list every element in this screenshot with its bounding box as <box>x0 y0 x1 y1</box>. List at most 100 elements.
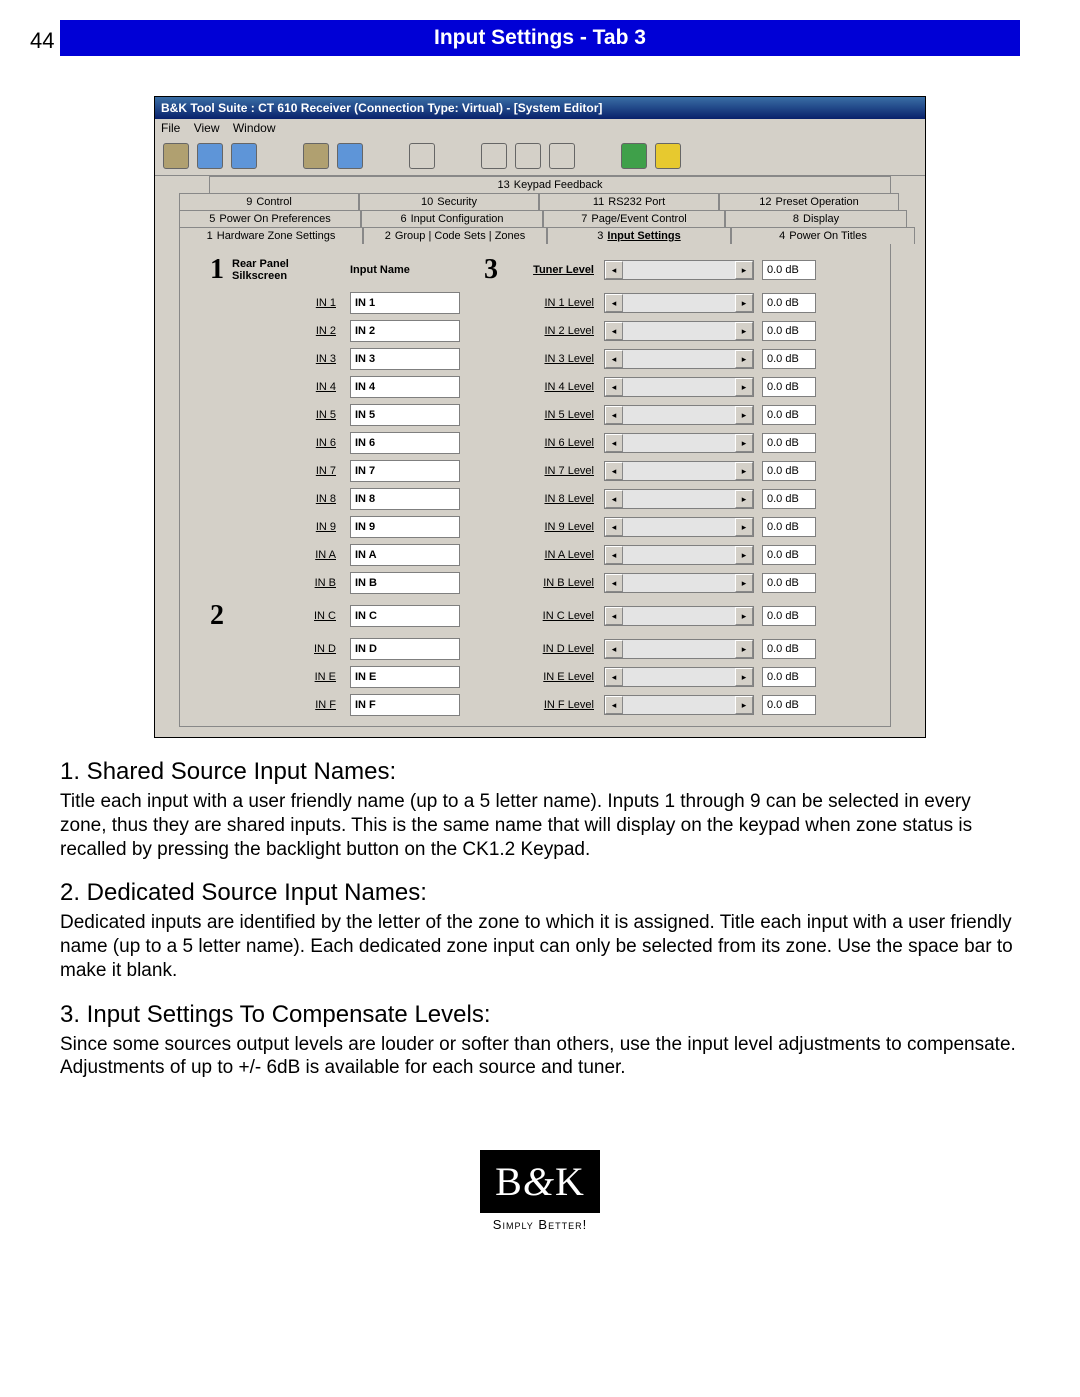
input-name-field[interactable]: IN 1 <box>350 292 460 314</box>
silkscreen-label[interactable]: IN 5 <box>232 409 342 421</box>
arrow-left-icon[interactable]: ◂ <box>605 378 623 396</box>
input-name-field[interactable]: IN 9 <box>350 516 460 538</box>
arrow-right-icon[interactable]: ▸ <box>735 518 753 536</box>
db-field[interactable]: 0.0 dB <box>762 433 816 453</box>
tuner-db-field[interactable]: 0.0 dB <box>762 260 816 280</box>
arrow-left-icon[interactable]: ◂ <box>605 640 623 658</box>
help-icon[interactable] <box>655 143 681 169</box>
arrow-left-icon[interactable]: ◂ <box>605 574 623 592</box>
toolbar-icon[interactable] <box>303 143 329 169</box>
silkscreen-label[interactable]: IN C <box>232 610 342 622</box>
db-field[interactable]: 0.0 dB <box>762 517 816 537</box>
arrow-right-icon[interactable]: ▸ <box>735 322 753 340</box>
arrow-right-icon[interactable]: ▸ <box>735 574 753 592</box>
level-slider[interactable]: ◂▸ <box>604 517 754 537</box>
db-field[interactable]: 0.0 dB <box>762 695 816 715</box>
toolbar-icon[interactable] <box>163 143 189 169</box>
header-tuner-level[interactable]: Tuner Level <box>506 264 596 276</box>
input-name-field[interactable]: IN D <box>350 638 460 660</box>
arrow-left-icon[interactable]: ◂ <box>605 668 623 686</box>
level-slider[interactable]: ◂▸ <box>604 545 754 565</box>
toolbar-icon[interactable] <box>621 143 647 169</box>
level-slider[interactable]: ◂▸ <box>604 461 754 481</box>
silkscreen-label[interactable]: IN 3 <box>232 353 342 365</box>
menu-file[interactable]: File <box>161 121 180 135</box>
level-label[interactable]: IN 2 Level <box>506 325 596 337</box>
level-label[interactable]: IN 9 Level <box>506 521 596 533</box>
tab-security[interactable]: 10Security <box>359 193 539 210</box>
level-slider[interactable]: ◂▸ <box>604 573 754 593</box>
arrow-left-icon[interactable]: ◂ <box>605 406 623 424</box>
arrow-left-icon[interactable]: ◂ <box>605 490 623 508</box>
arrow-left-icon[interactable]: ◂ <box>605 350 623 368</box>
level-label[interactable]: IN 3 Level <box>506 353 596 365</box>
silkscreen-label[interactable]: IN 1 <box>232 297 342 309</box>
arrow-left-icon[interactable]: ◂ <box>605 261 623 279</box>
db-field[interactable]: 0.0 dB <box>762 489 816 509</box>
tab-power-on-preferences[interactable]: 5Power On Preferences <box>179 210 361 227</box>
arrow-right-icon[interactable]: ▸ <box>735 490 753 508</box>
level-label[interactable]: IN F Level <box>506 699 596 711</box>
toolbar-icon[interactable] <box>515 143 541 169</box>
arrow-right-icon[interactable]: ▸ <box>735 462 753 480</box>
level-label[interactable]: IN 7 Level <box>506 465 596 477</box>
input-name-field[interactable]: IN 7 <box>350 460 460 482</box>
arrow-right-icon[interactable]: ▸ <box>735 294 753 312</box>
arrow-left-icon[interactable]: ◂ <box>605 696 623 714</box>
input-name-field[interactable]: IN C <box>350 605 460 627</box>
db-field[interactable]: 0.0 dB <box>762 606 816 626</box>
silkscreen-label[interactable]: IN 9 <box>232 521 342 533</box>
level-label[interactable]: IN B Level <box>506 577 596 589</box>
arrow-right-icon[interactable]: ▸ <box>735 546 753 564</box>
level-label[interactable]: IN E Level <box>506 671 596 683</box>
input-name-field[interactable]: IN F <box>350 694 460 716</box>
tab-control[interactable]: 9Control <box>179 193 359 210</box>
arrow-left-icon[interactable]: ◂ <box>605 294 623 312</box>
arrow-left-icon[interactable]: ◂ <box>605 434 623 452</box>
tab-display[interactable]: 8Display <box>725 210 907 227</box>
arrow-right-icon[interactable]: ▸ <box>735 350 753 368</box>
level-label[interactable]: IN 4 Level <box>506 381 596 393</box>
db-field[interactable]: 0.0 dB <box>762 377 816 397</box>
input-name-field[interactable]: IN E <box>350 666 460 688</box>
level-slider[interactable]: ◂▸ <box>604 639 754 659</box>
arrow-right-icon[interactable]: ▸ <box>735 434 753 452</box>
input-name-field[interactable]: IN 3 <box>350 348 460 370</box>
tab-keypad-feedback[interactable]: 13Keypad Feedback <box>209 176 891 193</box>
toolbar-icon[interactable] <box>337 143 363 169</box>
db-field[interactable]: 0.0 dB <box>762 405 816 425</box>
input-name-field[interactable]: IN A <box>350 544 460 566</box>
level-label[interactable]: IN 5 Level <box>506 409 596 421</box>
level-label[interactable]: IN D Level <box>506 643 596 655</box>
level-slider[interactable]: ◂▸ <box>604 606 754 626</box>
toolbar-icon[interactable] <box>231 143 257 169</box>
db-field[interactable]: 0.0 dB <box>762 667 816 687</box>
db-field[interactable]: 0.0 dB <box>762 545 816 565</box>
arrow-right-icon[interactable]: ▸ <box>735 378 753 396</box>
input-name-field[interactable]: IN 5 <box>350 404 460 426</box>
silkscreen-label[interactable]: IN B <box>232 577 342 589</box>
silkscreen-label[interactable]: IN D <box>232 643 342 655</box>
db-field[interactable]: 0.0 dB <box>762 321 816 341</box>
toolbar-icon[interactable] <box>409 143 435 169</box>
arrow-left-icon[interactable]: ◂ <box>605 546 623 564</box>
input-name-field[interactable]: IN 6 <box>350 432 460 454</box>
db-field[interactable]: 0.0 dB <box>762 293 816 313</box>
arrow-left-icon[interactable]: ◂ <box>605 322 623 340</box>
level-label[interactable]: IN C Level <box>506 610 596 622</box>
arrow-right-icon[interactable]: ▸ <box>735 406 753 424</box>
input-name-field[interactable]: IN B <box>350 572 460 594</box>
tuner-level-slider[interactable]: ◂ ▸ <box>604 260 754 280</box>
db-field[interactable]: 0.0 dB <box>762 461 816 481</box>
toolbar-icon[interactable] <box>549 143 575 169</box>
toolbar-icon[interactable] <box>197 143 223 169</box>
level-slider[interactable]: ◂▸ <box>604 433 754 453</box>
silkscreen-label[interactable]: IN E <box>232 671 342 683</box>
toolbar-icon[interactable] <box>481 143 507 169</box>
arrow-left-icon[interactable]: ◂ <box>605 518 623 536</box>
level-slider[interactable]: ◂▸ <box>604 667 754 687</box>
silkscreen-label[interactable]: IN 6 <box>232 437 342 449</box>
tab-page-event-control[interactable]: 7Page/Event Control <box>543 210 725 227</box>
level-slider[interactable]: ◂▸ <box>604 695 754 715</box>
arrow-right-icon[interactable]: ▸ <box>735 668 753 686</box>
